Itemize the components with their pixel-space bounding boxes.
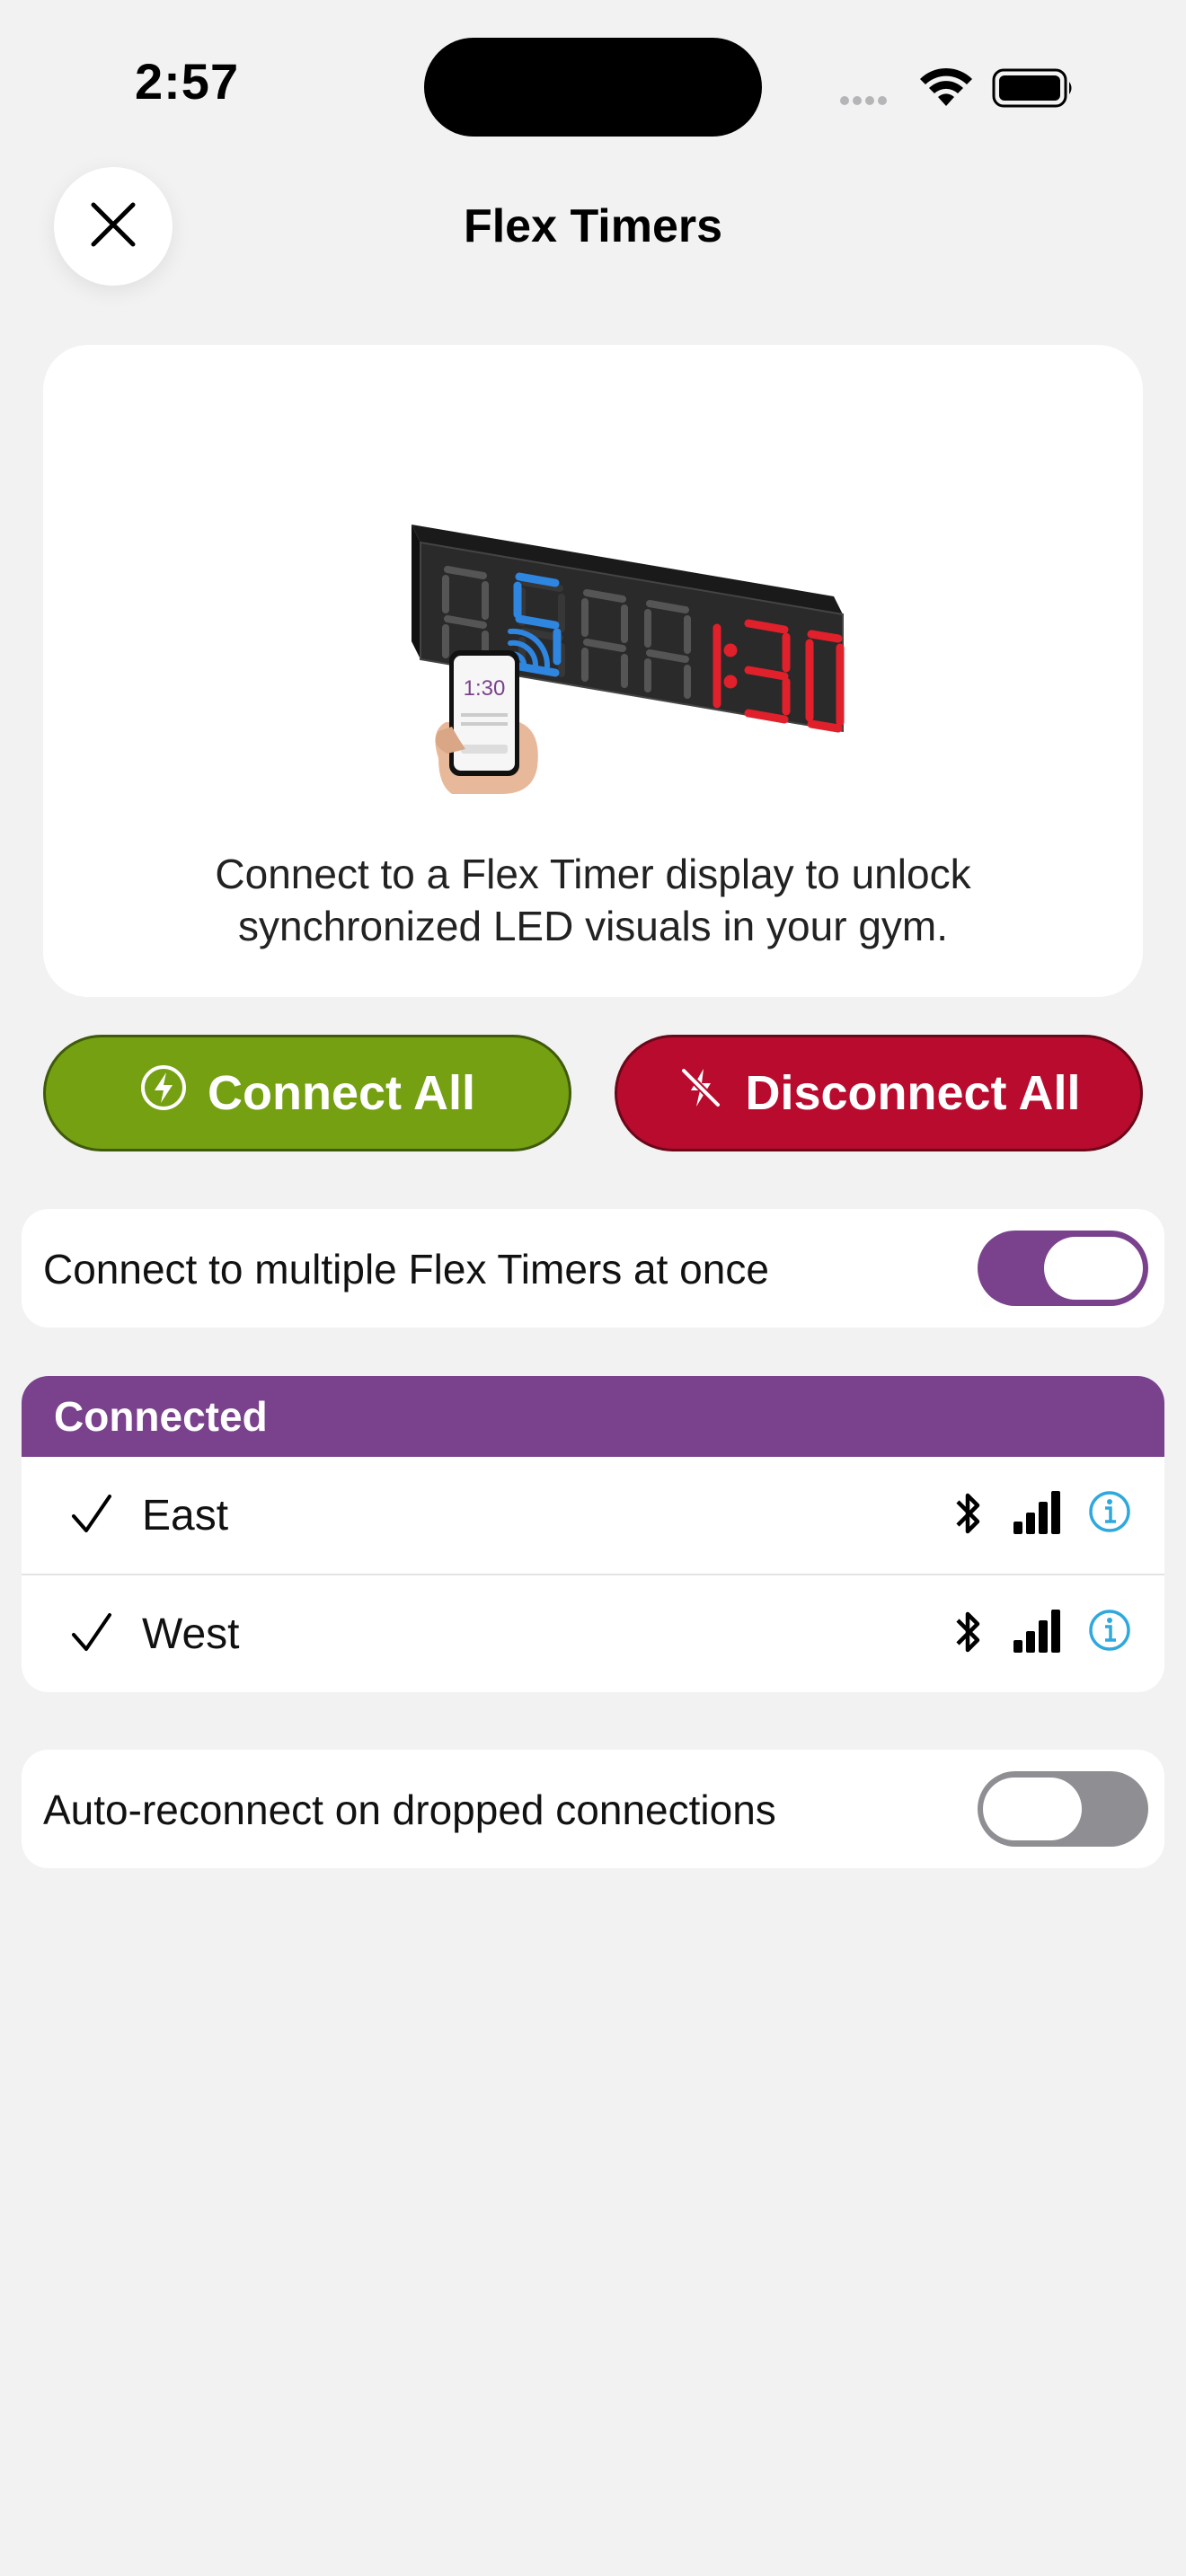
- hero-description: Connect to a Flex Timer display to unloc…: [215, 851, 971, 949]
- auto-reconnect-label: Auto-reconnect on dropped connections: [43, 1786, 776, 1833]
- device-name: West: [142, 1610, 240, 1658]
- connected-section: Connected East West: [22, 1376, 1164, 1692]
- multi-connect-label: Connect to multiple Flex Timers at once: [43, 1246, 769, 1292]
- disconnect-all-label: Disconnect All: [745, 1066, 1081, 1120]
- device-name: East: [142, 1492, 229, 1539]
- toggle-knob: [1044, 1237, 1143, 1300]
- bluetooth-icon: [951, 1487, 987, 1544]
- bolt-circle-icon: [139, 1063, 188, 1124]
- signal-strength-icon: [1012, 1489, 1062, 1539]
- bluetooth-icon: [951, 1606, 987, 1663]
- connect-all-label: Connect All: [207, 1066, 475, 1120]
- phone-timer-readout: 1:30: [464, 676, 506, 701]
- signal-strength-icon: [1012, 1608, 1062, 1657]
- wifi-icon: [918, 65, 974, 112]
- multi-connect-toggle[interactable]: [978, 1231, 1148, 1306]
- auto-reconnect-row: Auto-reconnect on dropped connections: [22, 1750, 1164, 1868]
- toggle-knob: [983, 1778, 1082, 1840]
- auto-reconnect-toggle[interactable]: [978, 1771, 1148, 1847]
- disconnect-all-button[interactable]: Disconnect All: [615, 1035, 1143, 1151]
- hero-card: 1:30 Connect to a Flex Timer display to …: [43, 345, 1143, 997]
- close-icon: [88, 199, 138, 254]
- flex-timer-illustration: 1:30: [367, 435, 852, 798]
- cellular-dots-icon: [840, 93, 890, 110]
- connect-all-button[interactable]: Connect All: [43, 1035, 571, 1151]
- close-button[interactable]: [54, 167, 173, 286]
- device-divider: [22, 1574, 1164, 1575]
- checkmark-icon: [68, 1610, 115, 1661]
- status-time: 2:57: [135, 53, 240, 110]
- page-title: Flex Timers: [463, 200, 723, 252]
- connected-header-label: Connected: [54, 1393, 268, 1440]
- bolt-slash-icon: [677, 1063, 725, 1124]
- dynamic-island: [424, 38, 762, 137]
- checkmark-icon: [68, 1491, 115, 1542]
- device-row-west[interactable]: West: [22, 1575, 1164, 1692]
- multi-connect-row: Connect to multiple Flex Timers at once: [22, 1209, 1164, 1328]
- info-icon[interactable]: [1087, 1489, 1132, 1539]
- connected-header: Connected: [22, 1376, 1164, 1457]
- info-icon[interactable]: [1087, 1608, 1132, 1657]
- battery-icon: [992, 68, 1075, 112]
- device-row-east[interactable]: East: [22, 1457, 1164, 1574]
